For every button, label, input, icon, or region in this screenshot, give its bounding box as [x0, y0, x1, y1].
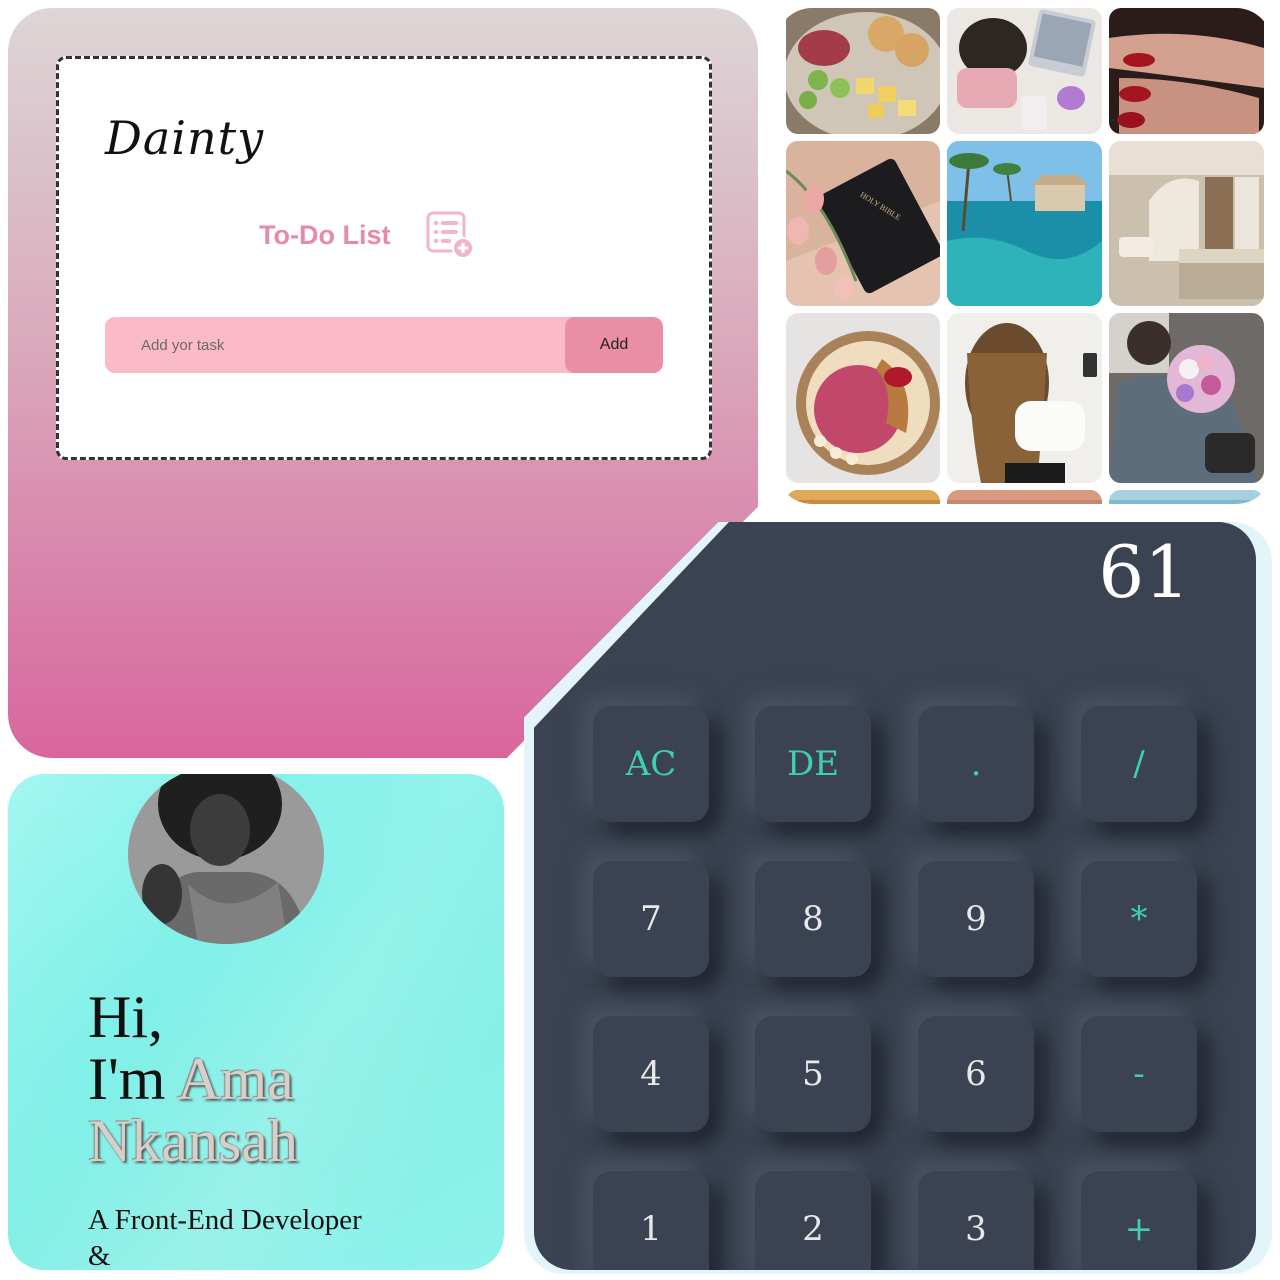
key-add[interactable]: +	[1081, 1171, 1197, 1270]
brand-logo: Dainty	[105, 111, 265, 165]
greeting-line-1: Hi,	[88, 984, 163, 1050]
gallery-item-food-platter[interactable]	[786, 8, 940, 134]
todo-title: To-Do List	[259, 219, 391, 250]
gallery-item-partial-1[interactable]	[786, 490, 940, 504]
todo-card: Dainty To-Do List Add	[56, 56, 712, 460]
greeting-im: I'm	[88, 1046, 166, 1112]
greeting-line-2: I'm Ama	[88, 1048, 298, 1110]
food-platter-image	[786, 8, 940, 134]
key-decimal[interactable]: .	[918, 706, 1034, 822]
man-with-flowers-image	[1109, 313, 1264, 483]
partial-photo-image	[947, 490, 1102, 504]
gallery-item-partial-2[interactable]	[947, 490, 1102, 504]
gallery-item-resort-pool[interactable]	[947, 141, 1102, 306]
key-multiply[interactable]: *	[1081, 861, 1197, 977]
key-divide[interactable]: /	[1081, 706, 1197, 822]
key-8[interactable]: 8	[755, 861, 871, 977]
resort-pool-image	[947, 141, 1102, 306]
avatar	[128, 774, 324, 944]
gallery-item-bedroom-interior[interactable]	[1109, 141, 1264, 306]
key-9[interactable]: 9	[918, 861, 1034, 977]
calculator: 61 AC DE . / 7 8 9 * 4 5 6 - 1 2 3 +	[534, 522, 1256, 1270]
bedroom-interior-image	[1109, 141, 1264, 306]
gallery-item-partial-3[interactable]	[1109, 490, 1264, 504]
red-nails-image	[1109, 8, 1264, 134]
first-name: Ama	[177, 1046, 294, 1112]
calculator-display: 61	[1098, 530, 1190, 614]
bible-tulips-image: HOLY BIBLE	[786, 141, 940, 306]
key-1[interactable]: 1	[593, 1171, 709, 1270]
gallery-item-man-with-flowers[interactable]	[1109, 313, 1264, 483]
role-text: A Front-End Developer &	[88, 1202, 362, 1270]
greeting-heading: Hi, I'm Ama Nkansah	[88, 986, 298, 1172]
partial-photo-image	[786, 490, 940, 504]
list-add-icon	[426, 211, 475, 259]
key-5[interactable]: 5	[755, 1016, 871, 1132]
key-delete[interactable]: DE	[755, 706, 871, 822]
task-input[interactable]	[105, 317, 565, 373]
profile-panel: Hi, I'm Ama Nkansah A Front-End Develope…	[8, 774, 504, 1270]
profile-photo	[128, 774, 324, 944]
role-line-2: &	[88, 1240, 111, 1270]
key-2[interactable]: 2	[755, 1171, 871, 1270]
smoothie-bowl-image	[786, 313, 940, 483]
gallery-item-smoothie-bowl[interactable]	[786, 313, 940, 483]
role-line-1: A Front-End Developer	[88, 1204, 362, 1236]
key-7[interactable]: 7	[593, 861, 709, 977]
gallery-item-red-nails[interactable]	[1109, 8, 1264, 134]
task-entry-row: Add	[105, 317, 663, 373]
add-task-button[interactable]: Add	[565, 317, 663, 373]
gallery-item-curly-hair-selfie[interactable]	[947, 313, 1102, 483]
partial-photo-image	[1109, 490, 1264, 504]
todo-header: To-Do List	[259, 209, 476, 261]
key-4[interactable]: 4	[593, 1016, 709, 1132]
gallery-item-bible-tulips[interactable]: HOLY BIBLE	[786, 141, 940, 306]
key-subtract[interactable]: -	[1081, 1016, 1197, 1132]
gallery-item-laptop-desk[interactable]	[947, 8, 1102, 134]
photo-gallery: HOLY BIBLE	[776, 8, 1272, 504]
key-3[interactable]: 3	[918, 1171, 1034, 1270]
key-6[interactable]: 6	[918, 1016, 1034, 1132]
last-name: Nkansah	[88, 1108, 298, 1174]
key-clear-all[interactable]: AC	[593, 706, 709, 822]
curly-hair-selfie-image	[947, 313, 1102, 483]
laptop-desk-image	[947, 8, 1102, 134]
